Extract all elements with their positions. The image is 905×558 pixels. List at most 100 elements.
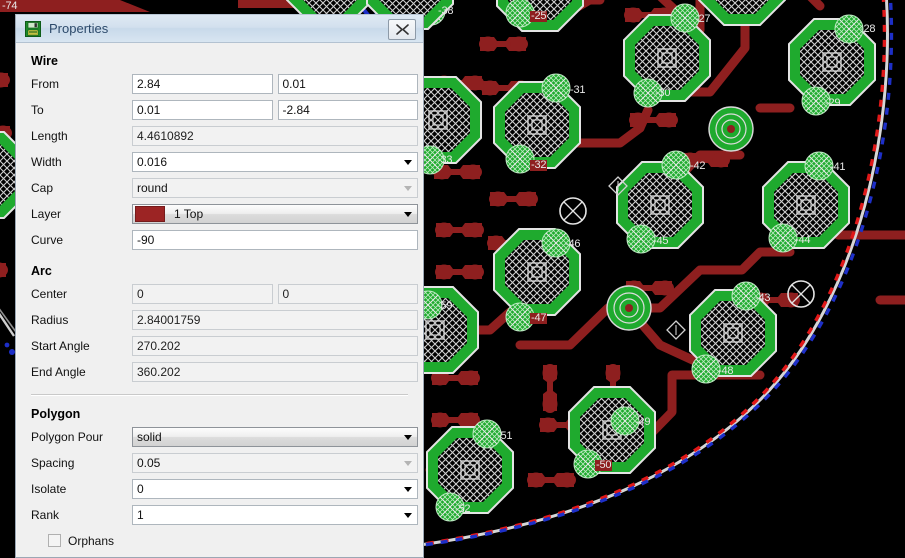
spacing-combo: 0.05 bbox=[132, 453, 418, 473]
pcb-pad-label: -46 bbox=[565, 238, 581, 250]
field-row-end-angle: End Angle 360.202 bbox=[17, 359, 422, 385]
field-row-start-angle: Start Angle 270.202 bbox=[17, 333, 422, 359]
pcb-pad-label: -28 bbox=[860, 23, 876, 35]
pcb-pad-label: -49 bbox=[635, 416, 651, 428]
pcb-pad-label: -38 bbox=[438, 5, 454, 17]
chevron-down-icon[interactable] bbox=[404, 212, 412, 217]
cap-combo: round bbox=[132, 178, 418, 198]
pcb-pad-label: -32 bbox=[530, 159, 548, 171]
isolate-combo[interactable]: 0 bbox=[132, 479, 418, 499]
field-row-width[interactable]: Width 0.016 bbox=[17, 149, 422, 175]
pcb-pad-label: -29 bbox=[825, 97, 841, 109]
layer-color-swatch bbox=[135, 206, 165, 222]
pcb-pad-label: -27 bbox=[695, 13, 711, 25]
pcb-pad-label: -25 bbox=[530, 10, 548, 22]
chevron-down-icon[interactable] bbox=[404, 513, 412, 518]
from-x-input[interactable]: 2.84 bbox=[132, 74, 273, 94]
pcb-pad-label: -41 bbox=[830, 161, 846, 173]
curve-input[interactable]: -90 bbox=[132, 230, 418, 250]
label-curve: Curve bbox=[31, 233, 64, 247]
radius-value: 2.84001759 bbox=[132, 310, 418, 330]
label-from: From bbox=[31, 77, 59, 91]
chevron-down-icon[interactable] bbox=[404, 435, 412, 440]
from-y-input[interactable]: 0.01 bbox=[277, 74, 418, 94]
field-row-cap: Cap round bbox=[17, 175, 422, 201]
label-to: To bbox=[31, 103, 44, 117]
dialog-body: Wire From 2.84 0.01 To 0.01 -2.84 Length… bbox=[17, 43, 422, 557]
rank-combo[interactable]: 1 bbox=[132, 505, 418, 525]
label-length: Length bbox=[31, 129, 68, 143]
field-row-radius: Radius 2.84001759 bbox=[17, 307, 422, 333]
polygon-pour-combo[interactable]: solid bbox=[132, 427, 418, 447]
chevron-down-icon bbox=[404, 186, 412, 191]
label-end-angle: End Angle bbox=[31, 365, 86, 379]
section-divider bbox=[31, 394, 408, 396]
checkbox-row-orphans[interactable]: Orphans bbox=[17, 528, 422, 553]
floppy-save-icon bbox=[25, 20, 41, 37]
pcb-pad-label: -47 bbox=[530, 312, 548, 324]
pcb-pad-label: -31 bbox=[570, 84, 586, 96]
pcb-pad-label: -74 bbox=[2, 0, 18, 12]
label-rank: Rank bbox=[31, 508, 60, 522]
section-title-polygon: Polygon bbox=[31, 407, 81, 421]
chevron-down-icon[interactable] bbox=[404, 160, 412, 165]
layer-combo[interactable]: 1 Top bbox=[132, 204, 418, 224]
pcb-pad-label: -50 bbox=[595, 459, 613, 471]
pcb-pad-label: -48 bbox=[718, 365, 734, 377]
rank-value: 1 bbox=[137, 508, 144, 522]
label-radius: Radius bbox=[31, 313, 69, 327]
dialog-title: Properties bbox=[49, 21, 109, 36]
label-polygon-pour: Polygon Pour bbox=[31, 430, 104, 444]
properties-dialog[interactable]: Properties Wire From 2.84 0.01 To 0.01 -… bbox=[15, 14, 424, 558]
width-combo[interactable]: 0.016 bbox=[132, 152, 418, 172]
label-cap: Cap bbox=[31, 181, 54, 195]
field-row-from[interactable]: From 2.84 0.01 bbox=[17, 71, 422, 97]
chevron-down-icon bbox=[404, 461, 412, 466]
label-layer: Layer bbox=[31, 207, 62, 221]
end-angle-value: 360.202 bbox=[132, 362, 418, 382]
length-value: 4.4610892 bbox=[132, 126, 418, 146]
pcb-pad-label: -30 bbox=[655, 87, 671, 99]
pcb-pad-label: -51 bbox=[497, 430, 513, 442]
width-value: 0.016 bbox=[137, 155, 168, 169]
spacing-value: 0.05 bbox=[137, 456, 161, 470]
field-row-center: Center 0 0 bbox=[17, 281, 422, 307]
field-row-spacing: Spacing 0.05 bbox=[17, 450, 422, 476]
label-width: Width bbox=[31, 155, 62, 169]
label-center: Center bbox=[31, 287, 68, 301]
pcb-pad-label: -45 bbox=[653, 235, 669, 247]
pcb-pad-label: -33 bbox=[437, 154, 453, 166]
field-row-polygon-pour[interactable]: Polygon Pour solid bbox=[17, 424, 422, 450]
start-angle-value: 270.202 bbox=[132, 336, 418, 356]
chevron-down-icon[interactable] bbox=[404, 487, 412, 492]
label-start-angle: Start Angle bbox=[31, 339, 90, 353]
field-row-rank[interactable]: Rank 1 bbox=[17, 502, 422, 528]
field-row-isolate[interactable]: Isolate 0 bbox=[17, 476, 422, 502]
layer-value: 1 Top bbox=[174, 207, 204, 221]
center-y-value: 0 bbox=[277, 284, 418, 304]
close-icon[interactable] bbox=[388, 19, 416, 40]
label-isolate: Isolate bbox=[31, 482, 67, 496]
orphans-label: Orphans bbox=[68, 533, 115, 548]
center-x-value: 0 bbox=[132, 284, 273, 304]
section-title-wire: Wire bbox=[31, 54, 58, 68]
pcb-pad-label: -52 bbox=[455, 503, 471, 515]
cap-value: round bbox=[137, 181, 168, 195]
orphans-checkbox[interactable] bbox=[48, 534, 61, 547]
checkbox-row-thermals[interactable]: Thermals bbox=[17, 553, 422, 557]
isolate-value: 0 bbox=[137, 482, 144, 496]
polygon-pour-value: solid bbox=[137, 430, 162, 444]
dialog-titlebar[interactable]: Properties bbox=[16, 15, 423, 43]
pcb-pad-label: -42 bbox=[690, 160, 706, 172]
pcb-pad-label: -43 bbox=[755, 292, 771, 304]
pcb-pad-label: -59 bbox=[437, 300, 453, 312]
label-spacing: Spacing bbox=[31, 456, 75, 470]
field-row-curve[interactable]: Curve -90 bbox=[17, 227, 422, 253]
pcb-pad-label: -44 bbox=[795, 234, 811, 246]
field-row-layer[interactable]: Layer 1 Top bbox=[17, 201, 422, 227]
to-x-input[interactable]: 0.01 bbox=[132, 100, 273, 120]
to-y-input[interactable]: -2.84 bbox=[277, 100, 418, 120]
section-title-arc: Arc bbox=[31, 264, 52, 278]
field-row-length: Length 4.4610892 bbox=[17, 123, 422, 149]
field-row-to[interactable]: To 0.01 -2.84 bbox=[17, 97, 422, 123]
